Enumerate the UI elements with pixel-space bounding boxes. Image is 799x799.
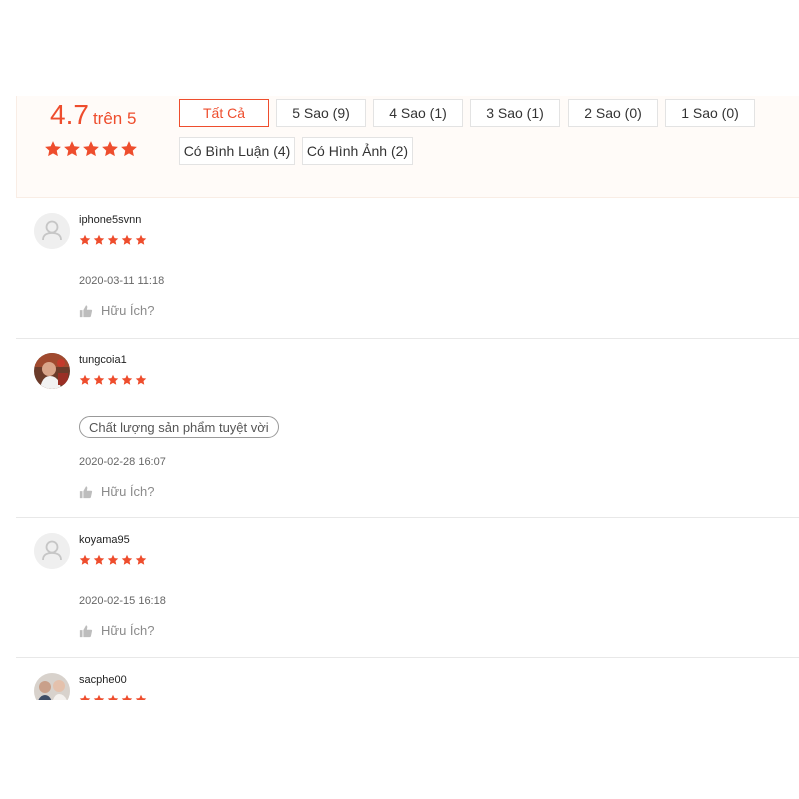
star-icon [79, 554, 91, 565]
review-tag: Chất lượng sản phẩm tuyệt vời [79, 416, 279, 438]
review-item: koyama95 2020-02-15 16:18 Hữu Ích? [16, 518, 799, 658]
helpful-label: Hữu Ích? [101, 623, 155, 638]
star-icon [121, 234, 133, 245]
avatar[interactable] [34, 213, 70, 249]
avatar[interactable] [34, 533, 70, 569]
star-icon [93, 694, 105, 700]
star-icon [102, 141, 118, 157]
filter-5-star-button[interactable]: 5 Sao (9) [276, 99, 366, 127]
helpful-label: Hữu Ích? [101, 303, 155, 318]
review-username[interactable]: sacphe00 [79, 674, 127, 686]
review-item: tungcoia1 Chất lượng sản phẩm tuyệt vời … [16, 339, 799, 518]
avatar[interactable] [34, 353, 70, 389]
star-icon [121, 374, 133, 385]
helpful-button[interactable]: Hữu Ích? [79, 303, 155, 318]
user-photo-icon [34, 673, 70, 700]
star-icon [135, 234, 147, 245]
average-score-suffix: trên 5 [92, 109, 137, 128]
star-icon [121, 554, 133, 565]
star-icon [79, 694, 91, 700]
star-icon [121, 141, 137, 157]
review-stars [79, 694, 147, 700]
star-icon [135, 374, 147, 385]
star-icon [107, 374, 119, 385]
filter-4-star-button[interactable]: 4 Sao (1) [373, 99, 463, 127]
average-stars [44, 140, 138, 158]
review-stars [79, 554, 147, 566]
star-icon [107, 694, 119, 700]
star-icon [107, 554, 119, 565]
star-icon [93, 554, 105, 565]
star-icon [93, 234, 105, 245]
filter-all-button[interactable]: Tất Cả [179, 99, 269, 127]
review-username[interactable]: iphone5svnn [79, 214, 141, 226]
filter-with-image-button[interactable]: Có Hình Ảnh (2) [302, 137, 413, 165]
star-icon [79, 234, 91, 245]
star-icon [83, 141, 99, 157]
filter-with-comment-button[interactable]: Có Bình Luận (4) [179, 137, 295, 165]
avatar[interactable] [34, 673, 70, 700]
star-icon [135, 694, 147, 700]
review-time: 2020-02-28 16:07 [79, 456, 166, 468]
review-username[interactable]: koyama95 [79, 534, 130, 546]
review-time: 2020-02-15 16:18 [79, 595, 166, 607]
star-icon [121, 694, 133, 700]
user-photo-icon [34, 353, 70, 389]
review-item: sacphe00 [16, 658, 799, 700]
filter-1-star-button[interactable]: 1 Sao (0) [665, 99, 755, 127]
helpful-button[interactable]: Hữu Ích? [79, 484, 155, 499]
average-score-value: 4.7 [50, 99, 89, 130]
star-icon [45, 141, 61, 157]
helpful-label: Hữu Ích? [101, 484, 155, 499]
review-time: 2020-03-11 11:18 [79, 275, 165, 287]
default-avatar-icon [34, 213, 70, 249]
review-username[interactable]: tungcoia1 [79, 354, 127, 366]
helpful-button[interactable]: Hữu Ích? [79, 623, 155, 638]
star-icon [107, 234, 119, 245]
star-icon [93, 374, 105, 385]
review-stars [79, 374, 147, 386]
filter-3-star-button[interactable]: 3 Sao (1) [470, 99, 560, 127]
review-item: iphone5svnn 2020-03-11 11:18 Hữu Ích? [16, 198, 799, 339]
thumbs-up-icon [79, 485, 93, 498]
star-icon [64, 141, 80, 157]
average-score: 4.7 trên 5 [50, 99, 136, 131]
filter-2-star-button[interactable]: 2 Sao (0) [568, 99, 658, 127]
thumbs-up-icon [79, 624, 93, 637]
star-icon [79, 374, 91, 385]
thumbs-up-icon [79, 304, 93, 317]
ratings-viewport: 4.7 trên 5 Tất Cả 5 Sao (9) 4 Sao (1) 3 S… [0, 0, 799, 700]
review-stars [79, 234, 147, 246]
default-avatar-icon [34, 533, 70, 569]
star-icon [135, 554, 147, 565]
